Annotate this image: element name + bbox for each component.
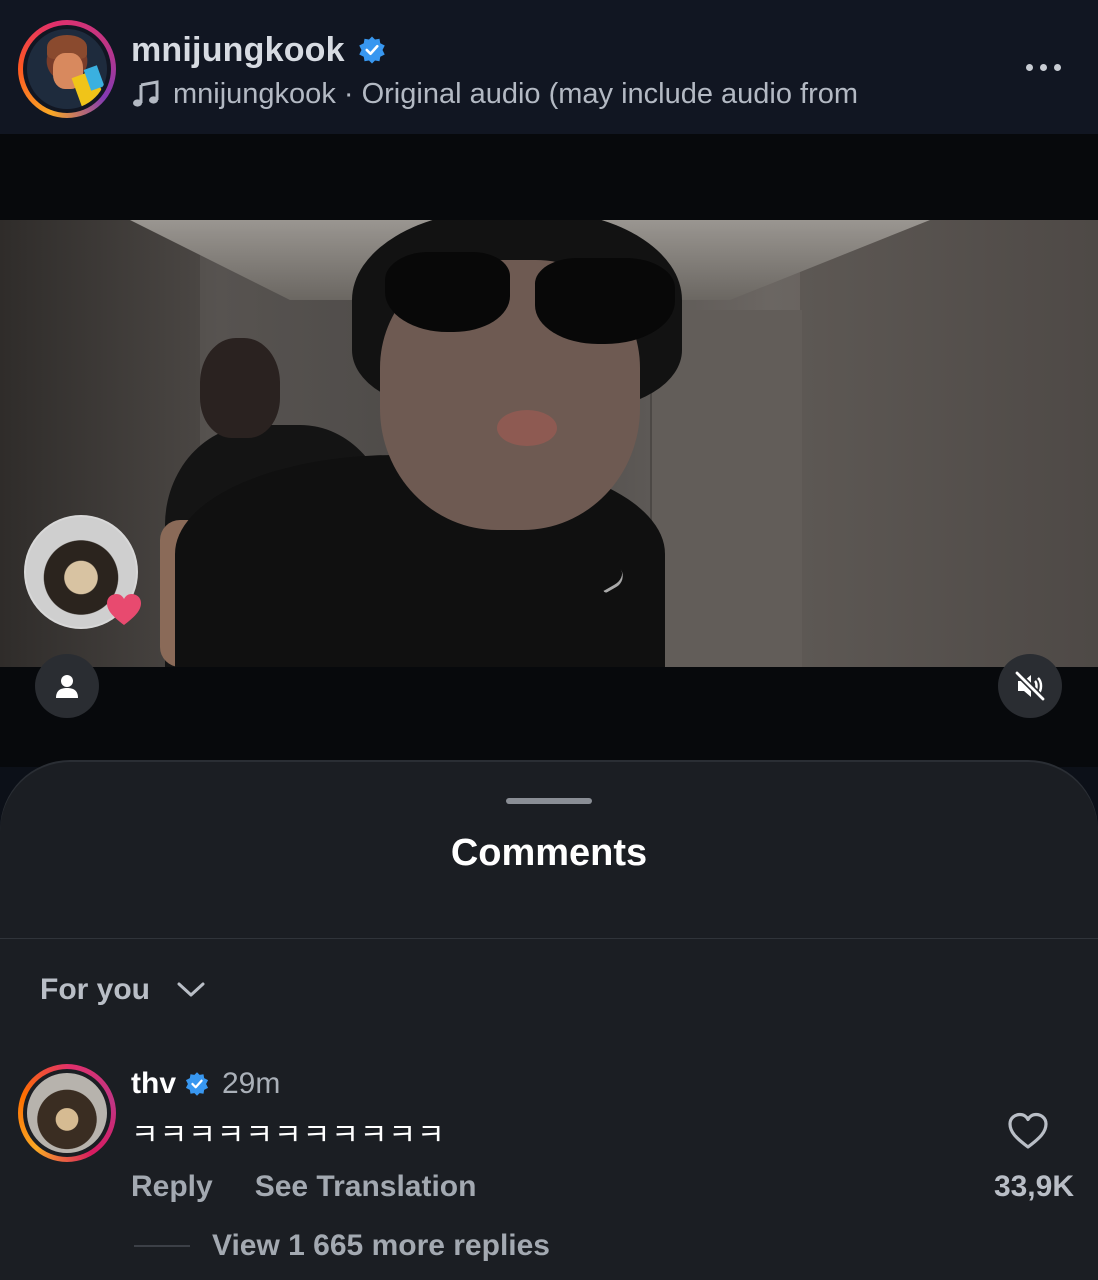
heart-icon [107, 594, 141, 625]
commenter-username[interactable]: thv [131, 1067, 176, 1101]
comment-like-count: 33,9K [993, 1170, 1074, 1203]
commenter-avatar-image [27, 1073, 107, 1153]
see-translation-button[interactable]: See Translation [255, 1170, 477, 1204]
reel-comments-screen: mnijungkook mnijungkook · Original audio… [0, 0, 1098, 1280]
sort-label: For you [40, 973, 150, 1006]
sheet-drag-handle[interactable] [506, 798, 592, 804]
tagged-people-icon[interactable] [35, 654, 99, 718]
replies-divider [134, 1245, 190, 1247]
reply-button[interactable]: Reply [131, 1170, 213, 1204]
verified-badge-icon [359, 36, 385, 64]
author-username[interactable]: mnijungkook [131, 31, 345, 70]
chevron-down-icon [177, 982, 205, 997]
comment-text: ㅋㅋㅋㅋㅋㅋㅋㅋㅋㅋㅋ [131, 1119, 446, 1152]
music-note-icon [133, 80, 159, 107]
reel-video[interactable] [0, 220, 1098, 667]
audio-attribution[interactable]: mnijungkook · Original audio (may includ… [131, 74, 858, 114]
divider [0, 938, 1098, 939]
view-replies-label: View 1 665 more replies [212, 1229, 550, 1262]
video-letterbox-top [0, 134, 1098, 220]
audio-text: mnijungkook · Original audio (may includ… [173, 77, 859, 110]
comment-actions: Reply See Translation [131, 1166, 476, 1208]
more-options-icon[interactable] [1018, 50, 1068, 84]
post-header: mnijungkook mnijungkook · Original audio… [0, 0, 1098, 134]
heart-outline-icon[interactable] [1006, 1110, 1050, 1152]
muted-speaker-icon[interactable] [998, 654, 1062, 718]
comment-header: thv 29m [131, 1064, 280, 1104]
comment-timestamp: 29m [222, 1067, 281, 1100]
author-avatar-image [27, 29, 107, 109]
view-replies-button[interactable]: View 1 665 more replies [134, 1226, 550, 1266]
author-avatar[interactable] [18, 20, 116, 118]
video-letterbox-bottom [0, 667, 1098, 767]
comments-title: Comments [450, 832, 648, 874]
comment-sort-dropdown[interactable]: For you [40, 966, 206, 1014]
commenter-avatar[interactable] [18, 1064, 116, 1162]
verified-badge-icon [185, 1072, 209, 1096]
